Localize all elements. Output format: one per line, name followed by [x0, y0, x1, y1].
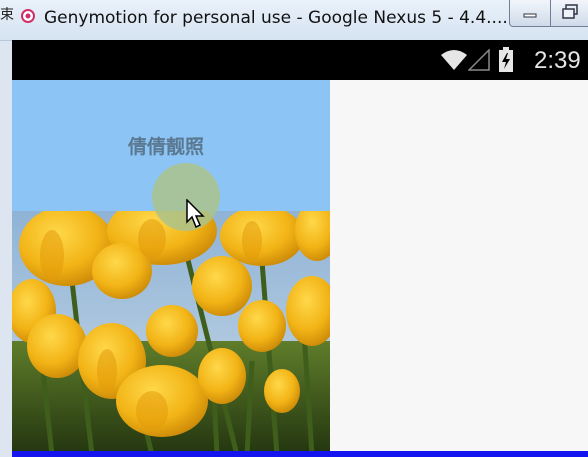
wifi-icon [441, 50, 467, 70]
tulip-image [12, 211, 330, 455]
bottom-accent-line [12, 451, 588, 457]
genymotion-app-icon [21, 9, 35, 23]
maximize-button[interactable] [550, 0, 588, 27]
window-title-bar[interactable]: 束 Genymotion for personal use - Google N… [0, 0, 588, 41]
restore-icon [562, 4, 578, 19]
status-bar-clock: 2:39 [534, 47, 581, 74]
minimize-button[interactable] [509, 0, 551, 27]
emulator-screen: 2:39 倩倩靓照 [12, 40, 588, 457]
window-title: Genymotion for personal use - Google Nex… [44, 8, 508, 28]
signal-icon [468, 49, 490, 71]
background-window-edge-text: 束 [0, 7, 14, 23]
android-status-bar: 2:39 [12, 40, 588, 80]
mouse-cursor-icon [186, 199, 205, 229]
minimize-icon [523, 13, 537, 18]
tulip-photo [12, 211, 330, 455]
header-title: 倩倩靓照 [128, 136, 205, 158]
battery-icon [499, 47, 513, 72]
